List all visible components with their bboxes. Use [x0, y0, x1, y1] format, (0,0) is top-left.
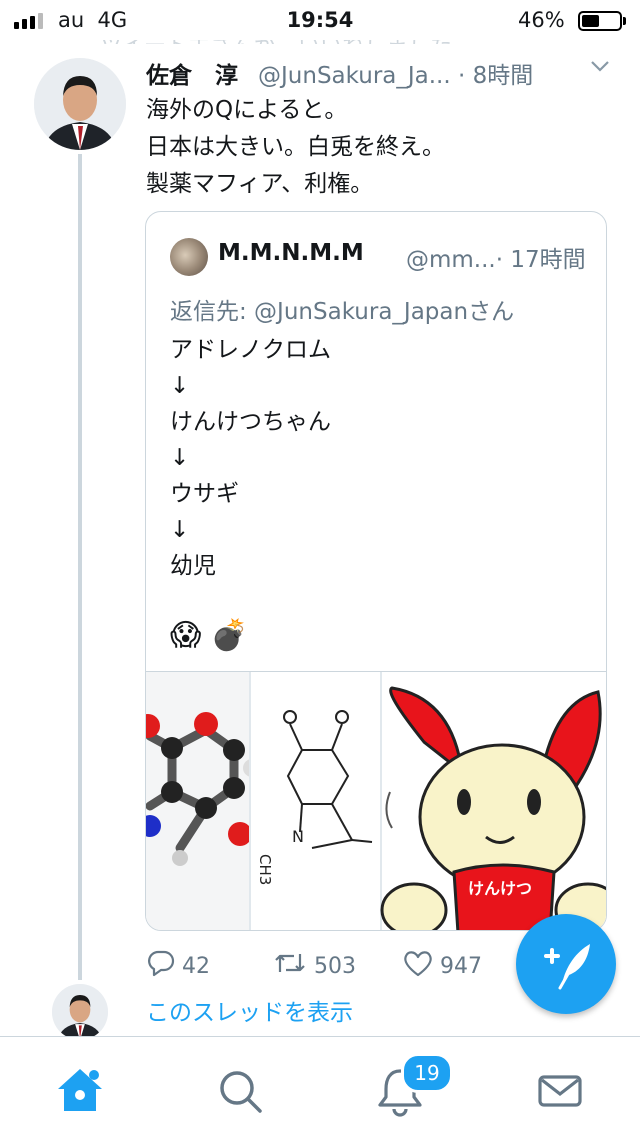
tab-home[interactable] [50, 1061, 110, 1121]
quoted-author-handle: @mm...· 17時間 [406, 247, 586, 273]
thread-line [78, 154, 82, 980]
search-icon [210, 1071, 270, 1125]
quoted-avatar [170, 238, 208, 276]
tweet-header: 佐倉 淳 @JunSakura_Ja... · 8時間 [146, 54, 616, 90]
tab-bar [0, 1036, 640, 1137]
quoted-author-name: M.M.N.M.M [218, 240, 364, 266]
svg-text:けんけつ: けんけつ [468, 879, 532, 898]
status-bar: au 4G 19:54 46% [0, 0, 640, 40]
quoted-tweet-text: アドレノクロム ↓ けんけつちゃん ↓ ウサギ ↓ 幼児 [170, 337, 331, 579]
notification-badge: 19 [401, 1053, 453, 1093]
retweet-icon [272, 948, 308, 984]
compose-tweet-button[interactable] [516, 914, 616, 1014]
reply-to-label: 返信先: @JunSakura_Japanさん [170, 299, 515, 325]
quoted-media[interactable]: N CH3 けんけつ [146, 671, 606, 930]
notifications-icon [370, 1069, 430, 1125]
messages-icon [530, 1075, 590, 1125]
author-handle: @JunSakura_Ja... · 8時間 [258, 63, 534, 89]
like-button[interactable]: 947 [402, 948, 482, 984]
reply-button[interactable]: 42 [146, 948, 210, 984]
media-images: N CH3 けんけつ [146, 672, 606, 930]
battery-percent: 46% [518, 8, 565, 32]
svg-text:N: N [292, 827, 304, 846]
home-icon [50, 1069, 110, 1125]
avatar[interactable] [34, 58, 126, 150]
retweet-button[interactable]: 503 [272, 948, 356, 984]
reply-icon [146, 948, 176, 984]
thread-avatar[interactable] [52, 984, 108, 1040]
compose-tweet-icon [516, 944, 616, 1018]
quoted-tweet[interactable]: M.M.N.M.M @mm...· 17時間 返信先: @JunSakura_J… [145, 211, 607, 931]
svg-text:CH3: CH3 [256, 854, 274, 885]
tab-search[interactable] [210, 1061, 270, 1121]
author-name[interactable]: 佐倉 淳 [146, 56, 238, 90]
tweet-text: 海外のQによると。 日本は大きい。白兎を終え。 製薬マフィア、利権。 [146, 97, 445, 197]
chevron-down-icon[interactable] [588, 54, 612, 84]
emoji-line: 😱 💣 [170, 618, 249, 653]
show-thread-link[interactable]: このスレッドを表示 [146, 993, 353, 1027]
battery-icon [578, 11, 622, 31]
tab-messages[interactable] [530, 1061, 590, 1121]
like-icon [402, 948, 434, 984]
